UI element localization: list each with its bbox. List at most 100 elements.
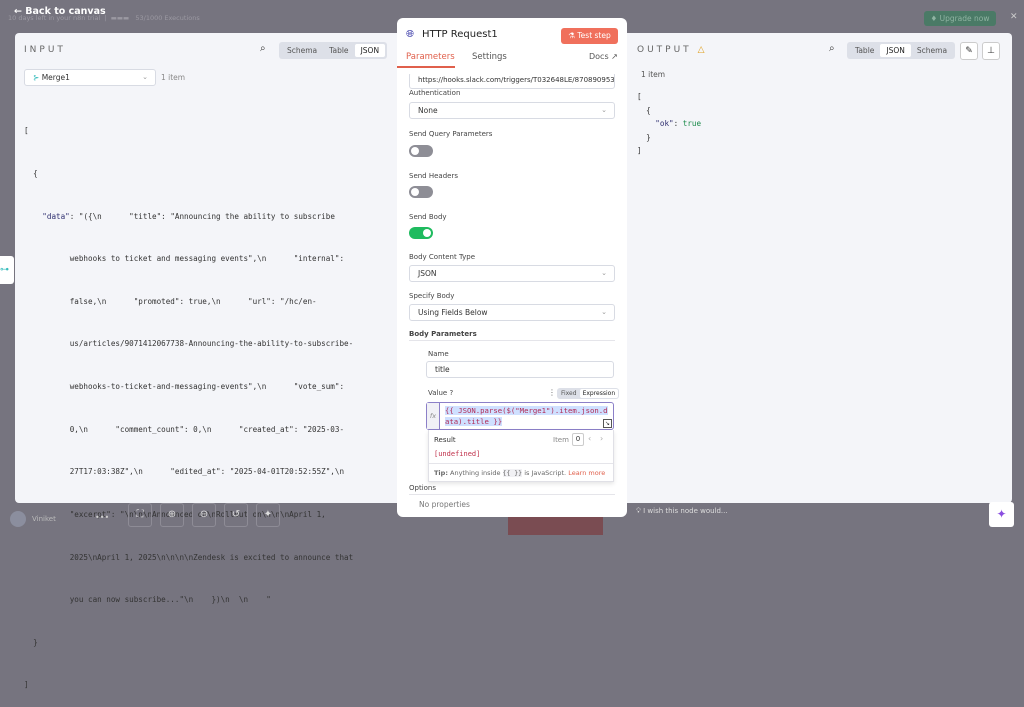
- body-parameters-heading: Body Parameters: [409, 330, 477, 338]
- edit-output-button[interactable]: ✎: [960, 42, 978, 60]
- avatar[interactable]: [10, 511, 26, 527]
- specify-body-select[interactable]: Using Fields Below ⌄: [409, 304, 615, 321]
- json-line: {: [24, 169, 38, 179]
- more-icon[interactable]: •••: [95, 513, 109, 522]
- learn-more-link[interactable]: Learn more: [568, 469, 605, 477]
- view-table[interactable]: Table: [849, 44, 880, 57]
- pin-icon: ⊥: [987, 46, 995, 56]
- arrow-left-icon: ←: [14, 6, 22, 17]
- json-line: webhooks to ticket and messaging events"…: [24, 254, 345, 264]
- prev-item-icon[interactable]: ‹: [588, 434, 591, 443]
- undo-icon: ↺: [231, 509, 241, 520]
- item-index-input[interactable]: 0: [572, 433, 584, 446]
- item-label: Item: [553, 436, 569, 444]
- authentication-select[interactable]: None ⌄: [409, 102, 615, 119]
- name-input[interactable]: title: [426, 361, 614, 378]
- external-link-icon: ↗: [611, 52, 618, 61]
- ai-assistant-button[interactable]: ✦: [989, 502, 1014, 527]
- output-json: [ { "ok": true } ]: [637, 92, 702, 155]
- options-heading: Options: [409, 484, 437, 492]
- json-line: }: [24, 637, 38, 647]
- next-item-icon[interactable]: ›: [600, 434, 603, 443]
- view-json[interactable]: JSON: [880, 44, 911, 57]
- send-headers-label: Send Headers: [409, 172, 458, 180]
- send-query-toggle[interactable]: [409, 145, 433, 157]
- view-schema[interactable]: Schema: [281, 44, 323, 57]
- send-headers-toggle[interactable]: [409, 186, 433, 198]
- tab-parameters[interactable]: Parameters: [406, 52, 455, 62]
- search-icon[interactable]: ⌕: [260, 43, 266, 54]
- zoom-out-icon: ⊖: [199, 509, 209, 520]
- chevron-down-icon: ⌄: [601, 269, 607, 277]
- expand-icon[interactable]: ↘: [603, 419, 612, 428]
- output-view-switch[interactable]: Table JSON Schema: [847, 42, 956, 59]
- expression-option[interactable]: Expression: [579, 389, 619, 398]
- no-properties-text: No properties: [419, 500, 470, 509]
- test-step-button[interactable]: ⚗ Test step: [561, 28, 618, 44]
- json-key: "data": [42, 211, 70, 221]
- pin-data-button[interactable]: ⊥: [982, 42, 1000, 60]
- lightbulb-icon: 💡︎: [636, 507, 641, 515]
- send-body-label: Send Body: [409, 213, 447, 221]
- upgrade-button[interactable]: ♦ Upgrade now: [924, 11, 996, 26]
- input-label: INPUT: [24, 45, 66, 55]
- expression-editor[interactable]: fx {{ JSON.parse($("Merge1").item.json.d…: [426, 402, 614, 430]
- input-view-switch[interactable]: Schema Table JSON: [279, 42, 388, 59]
- fullscreen-icon: ⛶: [136, 509, 144, 520]
- zoom-in-button[interactable]: ⊕: [160, 503, 184, 527]
- warning-icon: △: [697, 45, 705, 55]
- tip-text: Tip: Anything inside {{ }} is JavaScript…: [434, 469, 606, 477]
- json-line: "data": "({\n "title": "Announcing the a…: [42, 211, 335, 221]
- specify-body-label: Specify Body: [409, 292, 455, 300]
- send-body-toggle[interactable]: [409, 227, 433, 239]
- zoom-out-button[interactable]: ⊖: [192, 503, 216, 527]
- reset-zoom-button[interactable]: ↺: [224, 503, 248, 527]
- json-line: us/articles/9071412067738-Announcing-the…: [24, 339, 354, 349]
- json-line: 2025\nApril 1, 2025\n\n\n\nZendesk is ex…: [24, 552, 354, 562]
- output-item-count: 1 item: [641, 70, 666, 79]
- expression-text[interactable]: {{ JSON.parse($("Merge1").item.json.data…: [445, 406, 608, 426]
- close-icon[interactable]: ✕: [1010, 12, 1018, 22]
- url-input[interactable]: https://hooks.slack.com/triggers/T032648…: [409, 72, 615, 89]
- zoom-in-icon: ⊕: [167, 509, 177, 520]
- value-label: Value ?: [428, 389, 454, 397]
- divider: [429, 463, 613, 464]
- output-label: OUTPUT △: [637, 45, 705, 55]
- view-json[interactable]: JSON: [354, 44, 386, 57]
- input-node-select[interactable]: ⊱ Merge1 ⌄: [24, 69, 156, 86]
- result-label: Result: [434, 436, 456, 444]
- view-schema[interactable]: Schema: [911, 44, 953, 57]
- chevron-down-icon: ⌄: [601, 106, 607, 114]
- fx-icon: fx: [427, 403, 440, 429]
- divider: [409, 340, 615, 341]
- name-label: Name: [428, 350, 449, 358]
- help-icon: ?: [449, 389, 454, 397]
- body-content-type-label: Body Content Type: [409, 253, 476, 261]
- tidy-up-button[interactable]: ✦: [256, 503, 280, 527]
- fixed-expression-switch[interactable]: Fixed Expression: [557, 388, 620, 399]
- user-name: Viniket: [32, 515, 56, 523]
- feedback-link[interactable]: 💡︎ I wish this node would...: [636, 507, 728, 516]
- fixed-option[interactable]: Fixed: [558, 389, 580, 398]
- fit-view-button[interactable]: ⛶: [128, 503, 152, 527]
- options-menu-icon[interactable]: ⋮: [548, 388, 556, 397]
- view-table[interactable]: Table: [323, 44, 354, 57]
- search-icon[interactable]: ⌕: [829, 43, 835, 54]
- json-line: "excerpt": "\n\n\nAnnounced on\nRollout …: [24, 509, 326, 519]
- back-to-canvas-button[interactable]: ← Back to canvas: [14, 6, 106, 17]
- node-title[interactable]: HTTP Request1: [422, 29, 498, 40]
- merge-icon: ⊱: [33, 73, 40, 82]
- globe-icon: 🌐︎: [406, 29, 414, 40]
- docs-link[interactable]: Docs ↗: [589, 52, 618, 61]
- json-line: ]: [24, 680, 29, 690]
- node-connector-icon[interactable]: ⊶: [0, 256, 14, 284]
- sparkle-icon: ✦: [996, 507, 1007, 521]
- body-content-type-select[interactable]: JSON ⌄: [409, 265, 615, 282]
- json-line: 27T17:03:38Z",\n "edited_at": "2025-04-0…: [24, 467, 345, 477]
- chevron-down-icon: ⌄: [601, 308, 607, 316]
- canvas-button-behind: [508, 517, 603, 535]
- tab-settings[interactable]: Settings: [472, 52, 507, 62]
- chevron-down-icon: ⌄: [142, 73, 148, 81]
- input-json: [ { "data": "({\n "title": "Announcing t…: [24, 96, 353, 707]
- authentication-label: Authentication: [409, 89, 461, 97]
